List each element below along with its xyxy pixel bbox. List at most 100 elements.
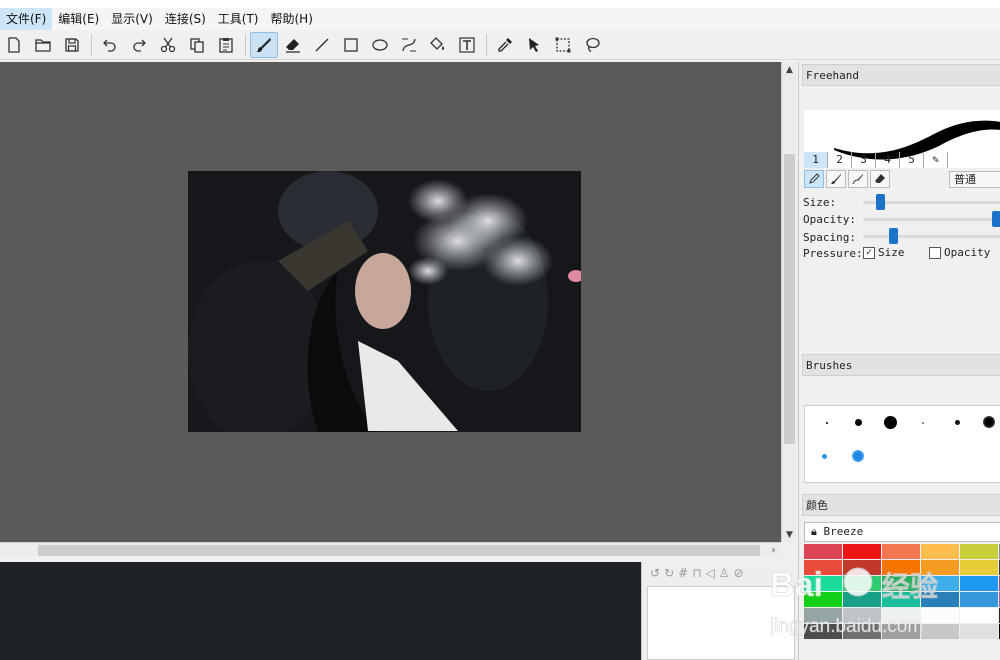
paste-icon[interactable] (212, 32, 240, 58)
color-swatch[interactable] (843, 608, 881, 623)
preset-tab-5[interactable]: 5 (900, 152, 924, 168)
fill-bucket-icon[interactable] (424, 32, 452, 58)
canvas-vertical-scrollbar[interactable]: ▲ ▼ (781, 62, 796, 542)
scroll-right-arrow-icon[interactable]: › (766, 543, 781, 558)
spacing-slider[interactable] (863, 228, 1000, 244)
pressure-size-checkbox[interactable]: ✓ Size (863, 246, 905, 259)
opacity-slider-thumb[interactable] (992, 211, 1000, 227)
brush-preset-dot[interactable] (855, 419, 862, 426)
copy-icon[interactable] (183, 32, 211, 58)
color-swatch[interactable] (960, 544, 998, 559)
color-swatch[interactable] (804, 608, 842, 623)
undo-icon[interactable] (96, 32, 124, 58)
color-swatch[interactable] (843, 576, 881, 591)
brush-presets-list[interactable] (804, 405, 1000, 483)
menu-view[interactable]: 显示(V) (105, 8, 159, 30)
opacity-slider[interactable] (863, 211, 1000, 227)
preset-tab-3[interactable]: 3 (852, 152, 876, 168)
brush-mode-icon[interactable] (826, 170, 846, 188)
drawing-canvas[interactable] (0, 62, 781, 542)
brush-preset-dot[interactable] (852, 450, 864, 462)
menu-help[interactable]: 帮助(H) (265, 8, 319, 30)
menu-file[interactable]: 文件(F) (0, 8, 53, 30)
color-swatch[interactable] (960, 560, 998, 575)
vertical-scroll-thumb[interactable] (784, 154, 795, 444)
preset-tab-4[interactable]: 4 (876, 152, 900, 168)
eraser-icon[interactable] (279, 32, 307, 58)
menu-edit[interactable]: 编辑(E) (52, 8, 105, 30)
text-icon[interactable] (453, 32, 481, 58)
canvas-horizontal-scrollbar[interactable]: › (0, 542, 781, 557)
color-swatch[interactable] (960, 624, 998, 639)
spacing-slider-thumb[interactable] (888, 228, 898, 244)
brush-preset-dot[interactable] (884, 416, 897, 429)
color-swatch[interactable] (804, 592, 842, 607)
line-icon[interactable] (308, 32, 336, 58)
color-picker-icon[interactable] (491, 32, 519, 58)
user-icon[interactable]: ♙ (719, 566, 730, 580)
brush-preset-dot[interactable] (983, 416, 995, 428)
pencil-mode-icon[interactable] (804, 170, 824, 188)
brush-preset-dot[interactable] (922, 422, 924, 424)
flag-icon[interactable]: ◁ (706, 566, 715, 580)
color-swatch[interactable] (804, 624, 842, 639)
blend-mode-select[interactable]: 普通 (949, 171, 1000, 188)
menu-connect[interactable]: 连接(S) (159, 8, 212, 30)
color-swatch[interactable] (882, 544, 920, 559)
color-swatch[interactable] (921, 608, 959, 623)
horizontal-scroll-thumb[interactable] (38, 545, 760, 556)
rectangle-select-icon[interactable] (549, 32, 577, 58)
preset-tab-eraser-icon[interactable]: ✎ (924, 152, 948, 168)
scroll-up-arrow-icon[interactable]: ▲ (782, 62, 797, 77)
palette-select[interactable]: 🔒︎ Breeze (804, 522, 1000, 542)
color-swatch[interactable] (882, 624, 920, 639)
preset-tab-2[interactable]: 2 (828, 152, 852, 168)
layer-list[interactable] (647, 586, 795, 660)
move-pointer-icon[interactable] (520, 32, 548, 58)
color-swatch[interactable] (843, 560, 881, 575)
color-swatch[interactable] (960, 592, 998, 607)
redo-icon[interactable] (125, 32, 153, 58)
color-swatch[interactable] (921, 560, 959, 575)
color-swatch[interactable] (882, 608, 920, 623)
bezier-icon[interactable] (395, 32, 423, 58)
undo-layer-icon[interactable]: ↺ (650, 566, 660, 580)
grid-icon[interactable]: # (678, 566, 688, 580)
color-swatch[interactable] (960, 576, 998, 591)
freehand-brush-icon[interactable] (250, 31, 278, 58)
color-swatch[interactable] (882, 560, 920, 575)
eraser-mode-icon[interactable] (870, 170, 890, 188)
brush-preset-dot[interactable] (955, 420, 960, 425)
color-swatch[interactable] (804, 576, 842, 591)
brush-preset-dot[interactable] (826, 422, 828, 424)
pressure-opacity-check-icon[interactable] (929, 246, 941, 259)
open-folder-icon[interactable] (29, 32, 57, 58)
lasso-icon[interactable] (578, 32, 606, 58)
brush-preset-dot[interactable] (822, 454, 827, 459)
redo-layer-icon[interactable]: ↻ (664, 566, 674, 580)
menu-tools[interactable]: 工具(T) (212, 8, 265, 30)
pressure-opacity-checkbox[interactable]: Opacity (929, 246, 990, 259)
pressure-size-check-icon[interactable]: ✓ (863, 246, 875, 259)
color-swatch[interactable] (921, 576, 959, 591)
scroll-down-arrow-icon[interactable]: ▼ (782, 527, 797, 542)
color-swatch[interactable] (882, 592, 920, 607)
color-swatch[interactable] (882, 576, 920, 591)
preset-tab-1[interactable]: 1 (804, 152, 828, 168)
color-swatch[interactable] (921, 544, 959, 559)
ellipse-icon[interactable] (366, 32, 394, 58)
size-slider[interactable] (863, 194, 1000, 210)
color-swatch[interactable] (843, 624, 881, 639)
rectangle-icon[interactable] (337, 32, 365, 58)
color-swatch[interactable] (843, 592, 881, 607)
color-swatch[interactable] (804, 544, 842, 559)
lock-icon[interactable]: ⊓ (692, 566, 701, 580)
color-swatch[interactable] (960, 608, 998, 623)
color-swatch[interactable] (843, 544, 881, 559)
color-swatch[interactable] (921, 624, 959, 639)
color-swatch[interactable] (921, 592, 959, 607)
size-slider-thumb[interactable] (875, 194, 885, 210)
save-icon[interactable] (58, 32, 86, 58)
cut-icon[interactable] (154, 32, 182, 58)
new-document-icon[interactable] (0, 32, 28, 58)
